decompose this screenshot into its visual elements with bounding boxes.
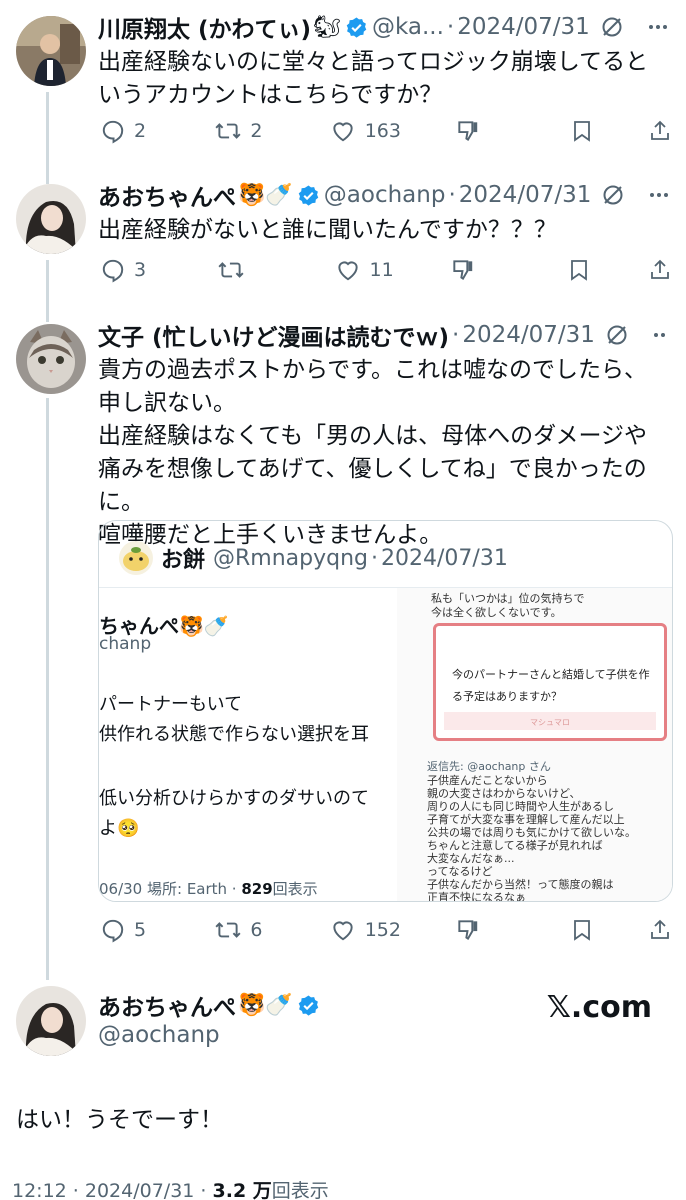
retweet-icon (215, 123, 241, 139)
author-handle[interactable]: @aochanp (324, 182, 446, 208)
bookmark-icon (571, 260, 588, 281)
retweet-button[interactable]: 2 (214, 118, 274, 144)
tweet-time[interactable]: 12:12 · 2024/07/31 · (12, 1180, 213, 1200)
bookmark-button[interactable] (567, 257, 591, 283)
marshmallow-card: 今のパートナーさんと結婚して子供を作る予定はありますか？ マシュマロ (433, 623, 667, 741)
verified-badge-icon (297, 994, 320, 1017)
retweet-count: 6 (250, 919, 263, 941)
author-name[interactable]: 川原翔太 (かわてぃ) (98, 10, 311, 44)
grok-icon[interactable] (601, 183, 625, 207)
screenshot-line: 低い分析ひけらかすのダサいのて (99, 788, 369, 809)
marshmallow-question: 今のパートナーさんと結婚して子供を作る予定はありますか？ (452, 668, 650, 703)
tweet-text: 出産経験がないと誰に聞いたんですか？？？ (98, 217, 557, 243)
dislike-icon (458, 920, 478, 941)
avatar[interactable] (16, 16, 86, 86)
reply-count: 5 (134, 919, 147, 941)
view-count: 3.2 万 (212, 1180, 272, 1200)
retweet-button[interactable] (217, 257, 277, 283)
like-count: 163 (364, 120, 401, 142)
tweet-date[interactable]: 2024/07/31 (462, 322, 595, 348)
verified-badge-icon (297, 184, 320, 207)
like-icon (333, 921, 353, 941)
marshmallow-label: マシュマロ (530, 718, 570, 727)
quote-image[interactable]: ちゃんぺ🐯🍼 chanp パートナーもいて 供作れる状態で作らない選択を耳 低い… (99, 587, 672, 901)
author-name[interactable]: 文子 (忙しいけど漫画は読むでｗ) (98, 318, 449, 352)
tweet-date[interactable]: 2024/07/31 (457, 14, 590, 40)
verified-badge-icon (345, 16, 368, 39)
reply-button[interactable]: 2 (100, 118, 160, 144)
share-icon (651, 919, 669, 939)
bookmark-icon (573, 920, 590, 941)
tweet[interactable]: あおちゃんぺ 🐯🍼 @aochanp · 2024/07/31 出産経験がないと… (0, 172, 686, 302)
retweet-icon (218, 262, 244, 278)
quote-avatar (119, 541, 153, 575)
bookmark-button[interactable] (570, 118, 594, 144)
screenshot-left-panel: ちゃんぺ🐯🍼 chanp パートナーもいて 供作れる状態で作らない選択を耳 低い… (99, 588, 397, 901)
screenshot-handle: chanp (99, 634, 152, 654)
x-watermark: 𝕏.com (546, 990, 652, 1025)
share-button[interactable] (648, 917, 672, 943)
dislike-icon (453, 260, 473, 281)
share-button[interactable] (648, 257, 672, 283)
avatar[interactable] (16, 184, 86, 254)
more-icon[interactable] (646, 15, 668, 39)
tweet[interactable]: 文子 (忙しいけど漫画は読むでｗ) · 2024/07/31 貴方の過去ポストか… (0, 312, 686, 962)
reply-icon (102, 919, 124, 943)
reply-icon (102, 120, 124, 144)
screenshot-line: 供作れる状態で作らない選択を耳 (99, 724, 369, 745)
tweet-text: はい！うそでーす！ (16, 1107, 223, 1133)
like-count: 11 (369, 259, 394, 281)
tweet-text: 出産経験ないのに堂々と語ってロジック崩壊してるというアカウントはこちらですか？ (98, 49, 649, 108)
reply-button[interactable]: 5 (100, 917, 160, 943)
author-handle[interactable]: @aochanp (98, 1022, 220, 1048)
more-icon[interactable] (647, 183, 668, 207)
dislike-button[interactable] (455, 118, 515, 144)
share-icon (651, 120, 669, 140)
more-icon[interactable] (651, 323, 668, 347)
share-icon (651, 259, 669, 279)
tweet-meta: 12:12 · 2024/07/31 · 3.2 万回表示 (12, 1180, 329, 1200)
reply-count: 2 (134, 120, 147, 142)
name-emoji: 🐯🍼 (238, 992, 293, 1018)
name-emoji: 🐿 (313, 14, 341, 40)
share-button[interactable] (648, 118, 672, 144)
name-emoji: 🐯🍼 (238, 182, 293, 208)
screenshot-line: パートナーもいて (99, 694, 243, 715)
quote-date: 2024/07/31 (381, 545, 508, 571)
like-icon (337, 261, 358, 281)
quoted-tweet[interactable]: お餅 @Rmnapyqng · 2024/07/31 ちゃんぺ🐯🍼 chanp … (98, 520, 673, 902)
retweet-icon (215, 922, 241, 938)
screenshot-meta: 06/30 場所: Earth · 829回表示 (99, 880, 318, 898)
screenshot-right-panel: 私も「いつかは」位の気持ちで 今は全く欲しくないです。 今のパートナーさんと結婚… (397, 588, 672, 901)
dislike-icon (458, 121, 478, 142)
like-button[interactable]: 11 (334, 257, 394, 283)
retweet-button[interactable]: 6 (214, 917, 274, 943)
author-handle[interactable]: @ka... (372, 14, 444, 40)
quote-author-name: お餅 (161, 548, 206, 573)
like-icon (333, 122, 353, 142)
screenshot-line: よ🥺 (99, 818, 140, 839)
author-name[interactable]: あおちゃんぺ (98, 178, 236, 212)
author-name[interactable]: あおちゃんぺ (98, 988, 236, 1022)
reply-button[interactable]: 3 (100, 257, 160, 283)
dislike-button[interactable] (450, 257, 510, 283)
tweet[interactable]: 川原翔太 (かわてぃ) 🐿 @ka... · 2024/07/31 出産経験ない… (0, 0, 686, 160)
bookmark-button[interactable] (570, 917, 594, 943)
avatar[interactable] (16, 986, 86, 1056)
quote-author-handle: @Rmnapyqng (213, 545, 369, 571)
retweet-count: 2 (250, 120, 263, 142)
dislike-button[interactable] (455, 917, 515, 943)
grok-icon[interactable] (605, 323, 629, 347)
like-button[interactable]: 163 (329, 118, 401, 144)
bookmark-icon (573, 121, 590, 142)
reply-count: 3 (134, 259, 147, 281)
grok-icon[interactable] (600, 15, 624, 39)
avatar[interactable] (16, 324, 86, 394)
like-button[interactable]: 152 (329, 917, 401, 943)
reply-icon (102, 259, 124, 283)
tweet-date[interactable]: 2024/07/31 (459, 182, 592, 208)
like-count: 152 (364, 919, 401, 941)
